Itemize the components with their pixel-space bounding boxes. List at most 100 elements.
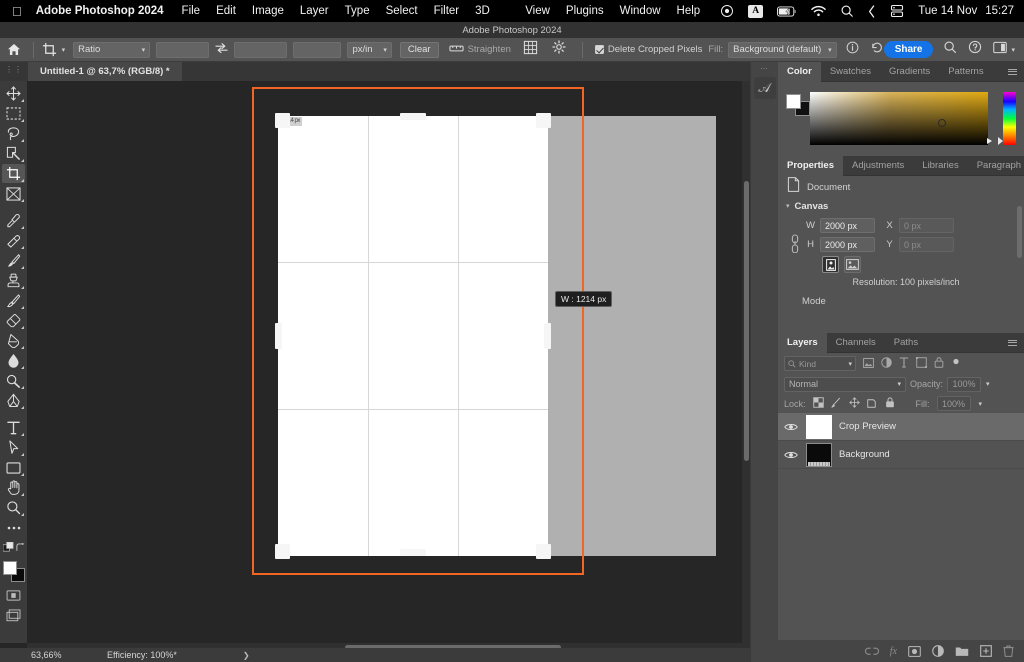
layer-name[interactable]: Crop Preview (839, 421, 896, 432)
straighten-label[interactable]: Straighten (468, 44, 511, 55)
foreground-background-colors[interactable] (3, 561, 25, 582)
efficiency-readout[interactable]: Efficiency: 100%* (107, 650, 177, 660)
document-tab[interactable]: Untitled-1 @ 63,7% (RGB/8) * (28, 62, 182, 81)
screen-record-icon[interactable] (720, 4, 734, 18)
spotlight-search-icon[interactable] (840, 4, 854, 18)
tab-channels[interactable]: Channels (827, 333, 885, 353)
default-colors-icon[interactable] (3, 542, 14, 553)
tab-patterns[interactable]: Patterns (939, 62, 992, 82)
chevron-down-icon[interactable]: ▾ (1011, 46, 1015, 54)
filter-smart-object-icon[interactable] (934, 355, 944, 373)
canvas-height-input[interactable]: 2000 px (820, 237, 875, 252)
menu-app-name[interactable]: Adobe Photoshop 2024 (36, 5, 164, 17)
resolution-unit-select[interactable]: px/in ▾ (347, 42, 391, 58)
gradient-tool[interactable] (2, 331, 25, 350)
properties-scrollbar-thumb[interactable] (1017, 206, 1022, 258)
opacity-stepper-chevron-icon[interactable]: ▾ (986, 380, 990, 388)
color-picker-field[interactable] (810, 92, 988, 145)
edit-toolbar-button[interactable] (2, 518, 25, 537)
quick-mask-button[interactable] (2, 586, 25, 605)
layer-styles-fx-icon[interactable]: fx (890, 646, 897, 657)
adjustment-layer-icon[interactable] (932, 645, 944, 657)
canvas-area[interactable]: 1214 px W : 1214 px (27, 81, 750, 643)
move-tool[interactable] (2, 84, 25, 103)
filter-toggle-icon[interactable] (951, 355, 961, 373)
tab-libraries[interactable]: Libraries (913, 156, 967, 176)
chevron-down-icon[interactable]: ▾ (62, 46, 66, 54)
delete-layer-icon[interactable] (1003, 645, 1014, 657)
zoom-tool[interactable] (2, 498, 25, 517)
delete-cropped-pixels-checkbox[interactable]: Delete Cropped Pixels (595, 44, 703, 55)
gear-icon[interactable] (552, 40, 566, 59)
control-center-chevron-icon[interactable] (868, 5, 876, 18)
zoom-level-value[interactable]: 63,66% (31, 650, 99, 660)
fill-select[interactable]: Background (default) ▾ (728, 42, 837, 58)
menu-window[interactable]: Window (620, 5, 661, 17)
history-brush-tool[interactable] (2, 291, 25, 310)
type-tool[interactable] (2, 418, 25, 437)
menubar-clock[interactable]: Tue 14 Nov 15:27 (918, 5, 1014, 17)
tab-paths[interactable]: Paths (885, 333, 927, 353)
crop-selection-rectangle[interactable] (252, 87, 584, 575)
input-source-a-icon[interactable]: A (748, 5, 763, 18)
tab-color[interactable]: Color (778, 62, 821, 82)
frame-tool[interactable] (2, 184, 25, 203)
link-layers-icon[interactable] (865, 647, 879, 656)
grid-overlay-icon[interactable] (523, 40, 538, 60)
eye-icon[interactable] (783, 450, 799, 460)
canvas-y-input[interactable]: 0 px (899, 237, 954, 252)
tab-layers[interactable]: Layers (778, 333, 827, 353)
marquee-tool[interactable] (2, 104, 25, 123)
panel-menu-icon[interactable] (1008, 340, 1017, 346)
filter-adjustment-icon[interactable] (881, 355, 892, 373)
menu-edit[interactable]: Edit (216, 5, 236, 17)
lock-position-icon[interactable] (849, 395, 860, 413)
aspect-ratio-select[interactable]: Ratio ▾ (73, 42, 150, 58)
home-icon[interactable] (0, 43, 29, 56)
eye-icon[interactable] (783, 422, 799, 432)
layer-row-crop-preview[interactable]: Crop Preview (778, 413, 1024, 441)
blur-tool[interactable] (2, 351, 25, 370)
canvas-section-header[interactable]: ▾ Canvas (778, 198, 1024, 214)
workspace-icon[interactable] (993, 41, 1007, 59)
info-icon[interactable] (846, 41, 859, 59)
brush-tool[interactable] (2, 251, 25, 270)
battery-charging-icon[interactable] (777, 6, 797, 17)
shape-tool[interactable] (2, 458, 25, 477)
lasso-tool[interactable] (2, 124, 25, 143)
opacity-value[interactable]: 100% (947, 377, 981, 392)
layer-thumbnail[interactable] (806, 415, 832, 439)
screen-mode-button[interactable] (2, 606, 25, 625)
menu-type[interactable]: Type (345, 5, 370, 17)
canvas-x-input[interactable]: 0 px (899, 218, 954, 233)
canvas-vertical-scrollbar[interactable] (742, 81, 750, 643)
tab-gradients[interactable]: Gradients (880, 62, 939, 82)
layer-thumbnail[interactable] (806, 443, 832, 467)
blend-mode-select[interactable]: Normal ▾ (784, 377, 906, 392)
pen-tool[interactable] (2, 391, 25, 410)
quick-selection-tool[interactable] (2, 144, 25, 163)
straighten-icon[interactable] (449, 41, 464, 59)
lock-transparency-icon[interactable] (813, 395, 824, 413)
menu-view[interactable]: View (525, 5, 550, 17)
portrait-orientation-icon[interactable] (822, 256, 839, 273)
menu-image[interactable]: Image (252, 5, 284, 17)
foreground-color-swatch[interactable] (786, 94, 801, 109)
menu-select[interactable]: Select (386, 5, 418, 17)
layer-row-background[interactable]: Background (778, 441, 1024, 469)
layer-filter-kind-select[interactable]: Kind ▾ (784, 356, 856, 371)
menu-plugins[interactable]: Plugins (566, 5, 604, 17)
canvas-width-input[interactable]: 2000 px (820, 218, 875, 233)
new-group-icon[interactable] (955, 646, 969, 657)
crop-tool[interactable] (2, 164, 25, 183)
menu-help[interactable]: Help (677, 5, 701, 17)
lock-artboard-icon[interactable] (867, 395, 878, 413)
spot-healing-tool[interactable] (2, 231, 25, 250)
tab-grip-handle[interactable]: ⋮⋮ (5, 65, 23, 74)
crop-width-input[interactable] (156, 42, 209, 58)
add-mask-icon[interactable] (908, 646, 921, 657)
layer-name[interactable]: Background (839, 449, 890, 460)
crop-resolution-input[interactable] (293, 42, 341, 58)
hue-slider[interactable] (1003, 92, 1016, 145)
menu-filter[interactable]: Filter (434, 5, 460, 17)
